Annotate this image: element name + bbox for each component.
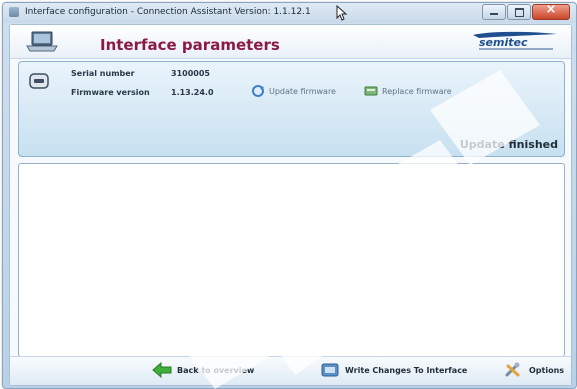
window-title: Interface configuration - Connection Ass… xyxy=(25,7,311,17)
firmware-version-value: 1.13.24.0 xyxy=(171,88,214,97)
status-message: Update finished xyxy=(459,138,558,151)
back-to-overview-label: Back to overview xyxy=(177,365,255,375)
laptop-icon xyxy=(26,31,58,52)
maximize-button[interactable] xyxy=(507,4,531,20)
serial-number-label: Serial number xyxy=(71,69,135,78)
window-controls xyxy=(482,3,570,20)
app-icon xyxy=(9,7,19,17)
tools-icon xyxy=(505,362,520,377)
options-label: Options xyxy=(529,365,565,375)
footer-bar: Back to overview Write Changes To Interf… xyxy=(10,356,571,385)
update-firmware-label: Update firmware xyxy=(269,86,336,96)
replace-firmware-button[interactable]: Replace firmware xyxy=(364,85,452,97)
replace-firmware-icon xyxy=(364,86,378,96)
back-to-overview-button[interactable]: Back to overview xyxy=(152,362,254,378)
write-to-interface-icon xyxy=(321,363,339,377)
page-header: Interface parameters semitec xyxy=(10,25,571,59)
replace-firmware-label: Replace firmware xyxy=(382,86,452,96)
minimize-button[interactable] xyxy=(482,4,506,20)
content-area xyxy=(18,163,565,357)
client-area: Interface parameters semitec Serial numb… xyxy=(9,24,572,386)
title-bar[interactable]: Interface configuration - Connection Ass… xyxy=(3,3,576,23)
write-changes-button[interactable]: Write Changes To Interface xyxy=(320,362,467,378)
device-info-panel: Serial number 3100005 Firmware version 1… xyxy=(18,61,565,157)
mouse-cursor-icon xyxy=(336,5,348,21)
arrow-left-icon xyxy=(152,362,172,378)
options-button[interactable]: Options xyxy=(504,362,564,378)
interface-device-icon xyxy=(29,73,49,89)
update-firmware-button[interactable]: Update firmware xyxy=(251,85,336,97)
update-firmware-icon xyxy=(252,85,264,97)
serial-number-value: 3100005 xyxy=(171,69,210,78)
semitec-logo-icon: semitec xyxy=(473,31,557,50)
write-changes-label: Write Changes To Interface xyxy=(345,365,468,375)
svg-text:semitec: semitec xyxy=(479,36,528,49)
close-button[interactable] xyxy=(532,3,570,20)
firmware-version-label: Firmware version xyxy=(71,88,150,97)
page-title: Interface parameters xyxy=(100,36,280,54)
app-window: Interface configuration - Connection Ass… xyxy=(2,2,577,389)
